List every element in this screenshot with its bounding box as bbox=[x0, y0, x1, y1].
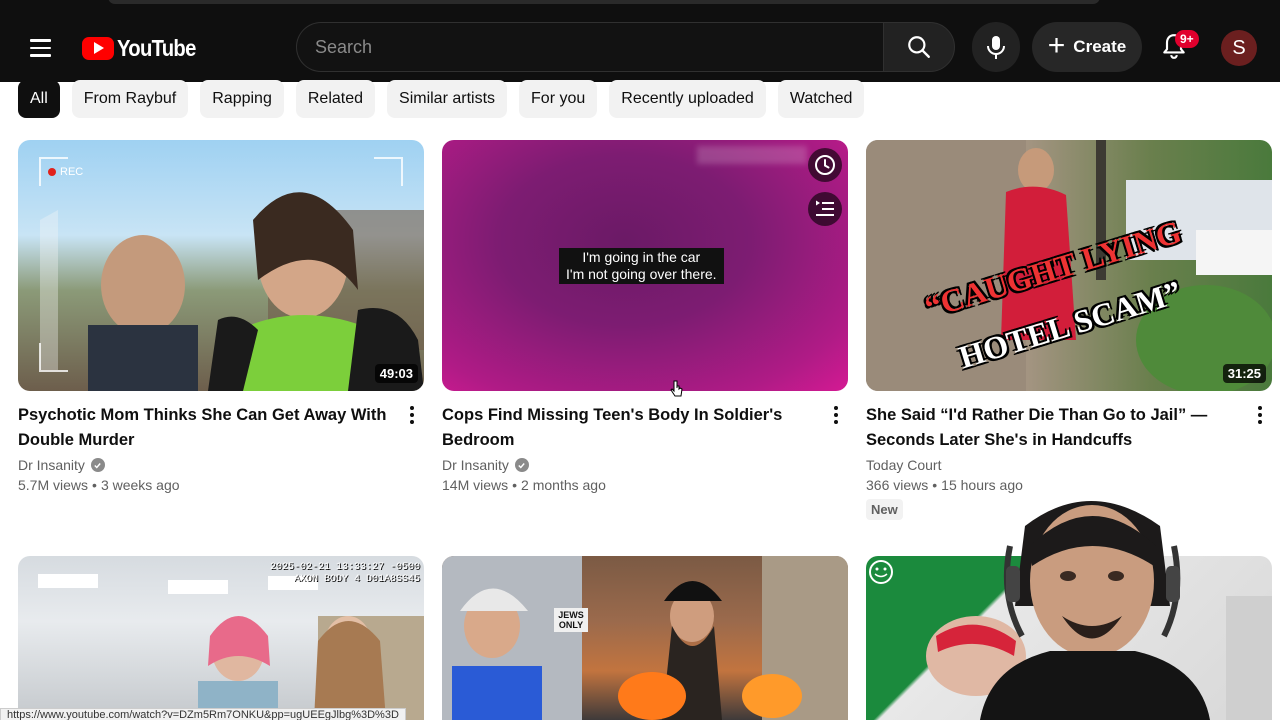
chip-rapping[interactable]: Rapping bbox=[200, 80, 284, 118]
microphone-icon bbox=[987, 36, 1005, 59]
upload-age: 3 weeks ago bbox=[100, 477, 180, 493]
channel-link[interactable]: Dr Insanity bbox=[442, 457, 818, 473]
video-thumbnail[interactable]: “CAUGHT LYING HOTEL SCAM” 31:25 bbox=[866, 140, 1272, 391]
bodycam-timestamp: 2025-02-21 13:33:27 -0500 AXON BODY 4 D0… bbox=[270, 562, 420, 586]
video-card: REC 49:03 Psychotic Mom Thinks She Can G… bbox=[18, 140, 424, 493]
thumbnail-sign: JEWS ONLY bbox=[554, 608, 588, 632]
duration-badge: 31:25 bbox=[1222, 364, 1266, 383]
add-to-queue-button[interactable] bbox=[808, 192, 842, 226]
mouse-cursor-icon bbox=[670, 380, 683, 397]
youtube-play-icon bbox=[82, 36, 114, 60]
verified-check-icon bbox=[514, 458, 529, 472]
video-card: 2025-02-21 13:33:27 -0500 AXON BODY 4 D0… bbox=[18, 556, 424, 720]
search-icon bbox=[908, 36, 930, 58]
view-count: 14M views bbox=[442, 477, 509, 493]
video-stats: 14M views • 2 months ago bbox=[442, 477, 606, 493]
chip-for-you[interactable]: For you bbox=[519, 80, 598, 118]
voice-search-button[interactable] bbox=[972, 22, 1020, 72]
verified-check-icon bbox=[90, 458, 105, 472]
video-thumbnail[interactable]: 2025-02-21 13:33:27 -0500 AXON BODY 4 D0… bbox=[18, 556, 424, 720]
create-button[interactable]: + Create bbox=[1032, 22, 1142, 72]
duration-badge: 49:03 bbox=[374, 364, 418, 383]
chip-all[interactable]: All bbox=[18, 80, 60, 118]
video-title[interactable]: Cops Find Missing Teen's Body In Soldier… bbox=[442, 403, 818, 453]
status-bar-url: https://www.youtube.com/watch?v=DZm5Rm7O… bbox=[0, 708, 406, 720]
rec-label: REC bbox=[60, 166, 84, 178]
rec-indicator: REC bbox=[48, 166, 83, 178]
channel-name: Dr Insanity bbox=[18, 457, 85, 473]
video-card: “CAUGHT LYING HOTEL SCAM” 31:25 She Said… bbox=[866, 140, 1272, 520]
watch-later-button[interactable] bbox=[808, 148, 842, 182]
more-options-icon[interactable] bbox=[824, 403, 848, 427]
thumbnail-art bbox=[442, 556, 848, 720]
queue-icon bbox=[816, 200, 834, 216]
webcam-overlay bbox=[970, 486, 1220, 720]
create-label: Create bbox=[1073, 37, 1127, 56]
clock-icon bbox=[815, 155, 835, 175]
video-card: JEWS ONLY bbox=[442, 556, 848, 720]
youtube-logo[interactable]: YouTube bbox=[82, 33, 206, 63]
view-count: 366 views bbox=[866, 477, 929, 493]
plus-icon: + bbox=[1047, 28, 1066, 62]
logo-text: YouTube bbox=[117, 34, 196, 61]
browser-top-strip bbox=[0, 0, 1280, 8]
record-dot-icon bbox=[48, 168, 56, 176]
chip-watched[interactable]: Watched bbox=[777, 80, 865, 118]
caption-line-2: I'm not going over there. bbox=[566, 266, 717, 282]
video-thumbnail[interactable]: I'm going in the car I'm not going over … bbox=[442, 140, 848, 391]
channel-link[interactable]: Dr Insanity bbox=[18, 457, 394, 473]
streamer-video bbox=[980, 501, 1210, 720]
caption-overlay: I'm going in the car I'm not going over … bbox=[559, 248, 724, 284]
bodycam-stamp-line-2: AXON BODY 4 D01A8SS45 bbox=[293, 574, 420, 585]
video-title[interactable]: Psychotic Mom Thinks She Can Get Away Wi… bbox=[18, 403, 394, 453]
video-card: I'm going in the car I'm not going over … bbox=[442, 140, 848, 493]
channel-link[interactable]: Today Court bbox=[866, 457, 1242, 473]
browser-address-pill bbox=[108, 0, 1100, 4]
video-stats: 5.7M views • 3 weeks ago bbox=[18, 477, 180, 493]
video-meta: Psychotic Mom Thinks She Can Get Away Wi… bbox=[18, 403, 424, 493]
menu-icon[interactable] bbox=[20, 28, 60, 68]
video-thumbnail[interactable]: REC 49:03 bbox=[18, 140, 424, 391]
new-badge: New bbox=[866, 499, 903, 520]
channel-name: Dr Insanity bbox=[442, 457, 509, 473]
video-thumbnail[interactable]: JEWS ONLY bbox=[442, 556, 848, 720]
more-options-icon[interactable] bbox=[400, 403, 424, 427]
chip-recently-uploaded[interactable]: Recently uploaded bbox=[609, 80, 766, 118]
video-title[interactable]: She Said “I'd Rather Die Than Go to Jail… bbox=[866, 403, 1242, 453]
caption-line-1: I'm going in the car bbox=[582, 249, 701, 265]
chip-from-raybuf[interactable]: From Raybuf bbox=[71, 80, 189, 118]
more-options-icon[interactable] bbox=[1248, 403, 1272, 427]
search-input[interactable] bbox=[315, 36, 884, 58]
bodycam-stamp-line-1: 2025-02-21 13:33:27 -0500 bbox=[269, 562, 420, 573]
filter-chips-bar: All From Raybuf Rapping Related Similar … bbox=[18, 80, 865, 118]
video-meta: Cops Find Missing Teen's Body In Soldier… bbox=[442, 403, 848, 493]
chip-related[interactable]: Related bbox=[295, 80, 376, 118]
blurred-overlay bbox=[697, 146, 807, 164]
search-box[interactable] bbox=[296, 22, 884, 72]
chip-similar-artists[interactable]: Similar artists bbox=[387, 80, 508, 118]
avatar[interactable]: S bbox=[1221, 30, 1257, 66]
upload-age: 2 months ago bbox=[521, 477, 606, 493]
search-button[interactable] bbox=[883, 22, 955, 72]
channel-name: Today Court bbox=[866, 457, 942, 473]
notification-count-badge: 9+ bbox=[1175, 30, 1199, 48]
view-count: 5.7M views bbox=[18, 477, 89, 493]
masthead: YouTube + Create 9+ S bbox=[0, 8, 1280, 82]
